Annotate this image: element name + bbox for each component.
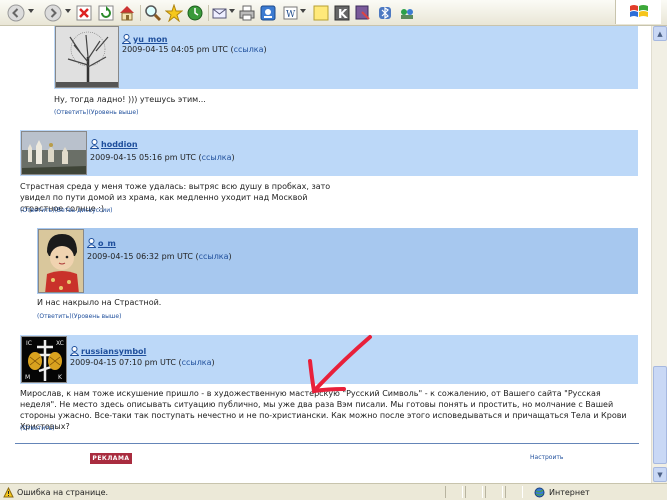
scroll-up-icon[interactable]: ▲	[653, 26, 667, 41]
comment-actions: (Ответить)(Ветвь дискуссии)	[20, 207, 112, 214]
reply-link[interactable]: (Ответить)	[54, 109, 89, 116]
username-text[interactable]: russiansymbol	[81, 347, 146, 356]
permalink[interactable]: ссылка	[182, 358, 212, 367]
thread-link[interactable]: (Ветвь дискуссии)	[55, 207, 113, 214]
home-icon[interactable]	[117, 3, 137, 23]
note-icon[interactable]	[311, 3, 331, 23]
comment-header	[37, 228, 638, 294]
comment-text: Ну, тогда ладно! ))) утешусь этим...	[54, 95, 206, 104]
comment-actions: (Ответить)(Уровень выше)	[54, 109, 138, 116]
forward-dropdown-icon[interactable]	[65, 9, 71, 13]
toolbar-separator	[140, 5, 141, 21]
k-icon[interactable]: K	[332, 3, 352, 23]
status-bar: Ошибка на странице. Интернет	[0, 483, 667, 500]
status-cell	[505, 486, 523, 498]
comment-timestamp: 2009-04-15 06:32 pm UTC	[87, 252, 193, 261]
history-icon[interactable]	[185, 3, 205, 23]
avatar[interactable]	[55, 26, 119, 88]
forward-icon[interactable]	[43, 3, 63, 23]
mail-icon[interactable]	[210, 3, 230, 23]
avatar[interactable]	[38, 229, 84, 293]
reply-link[interactable]: (Ответить)	[37, 313, 72, 320]
messenger-buddy-icon[interactable]	[397, 3, 417, 23]
toolbar-separator	[208, 5, 209, 21]
status-message[interactable]: Ошибка на странице.	[3, 487, 108, 498]
status-cell	[445, 486, 463, 498]
comment-date: 2009-04-15 06:32 pm UTC (ссылка)	[87, 252, 232, 261]
comment-username[interactable]: yu_mon	[122, 34, 167, 44]
user-icon	[122, 34, 131, 44]
browser-toolbar: W K	[0, 0, 667, 26]
comment-username[interactable]: hoddion	[90, 139, 138, 149]
user-icon	[90, 139, 99, 149]
edit-dropdown-icon[interactable]	[300, 9, 306, 13]
favorites-icon[interactable]	[164, 3, 184, 23]
comment-actions: (Ответить)(Уровень выше)	[37, 313, 121, 320]
username-text[interactable]: hoddion	[101, 140, 138, 149]
permalink[interactable]: ссылка	[202, 153, 232, 162]
warning-icon	[3, 487, 14, 498]
windows-logo-icon	[615, 0, 661, 24]
user-icon	[87, 238, 96, 248]
avatar[interactable]	[21, 131, 87, 175]
research-icon[interactable]	[353, 3, 373, 23]
mail-dropdown-icon[interactable]	[229, 9, 235, 13]
scroll-down-icon[interactable]: ▼	[653, 467, 667, 482]
edit-icon[interactable]: W	[281, 3, 301, 23]
reply-link[interactable]: (Ответить)	[20, 207, 55, 214]
comment-timestamp: 2009-04-15 04:05 pm UTC	[122, 45, 228, 54]
advertisement-button[interactable]: РЕКЛАМА	[90, 453, 132, 464]
username-text[interactable]: yu_mon	[133, 35, 167, 44]
parent-link[interactable]: (Уровень выше)	[89, 109, 139, 116]
search-icon[interactable]	[143, 3, 163, 23]
scroll-thumb[interactable]	[653, 366, 667, 464]
comment-timestamp: 2009-04-15 05:16 pm UTC	[90, 153, 196, 162]
status-cell	[465, 486, 483, 498]
avatar[interactable]: IC XC M K	[21, 336, 67, 383]
settings-link[interactable]: Настроить	[530, 454, 563, 461]
security-zone[interactable]: Интернет	[534, 487, 590, 498]
parent-link[interactable]: (Уровень выше)	[72, 313, 122, 320]
comment-username[interactable]: russiansymbol	[70, 346, 146, 356]
refresh-icon[interactable]	[96, 3, 116, 23]
svg-text:W: W	[286, 10, 296, 20]
globe-icon	[534, 487, 545, 498]
status-text: Ошибка на странице.	[17, 488, 109, 497]
user-icon	[70, 346, 79, 356]
status-cell	[485, 486, 503, 498]
permalink[interactable]: ссылка	[234, 45, 264, 54]
comment-timestamp: 2009-04-15 07:10 pm UTC	[70, 358, 176, 367]
permalink[interactable]: ссылка	[199, 252, 229, 261]
comment-text: И нас накрыло на Страстной.	[37, 298, 162, 307]
svg-text:K: K	[338, 7, 348, 21]
back-icon[interactable]	[6, 3, 26, 23]
print-icon[interactable]	[237, 3, 257, 23]
comment-date: 2009-04-15 04:05 pm UTC (ссылка)	[122, 45, 267, 54]
comment-username[interactable]: o_m	[87, 238, 116, 248]
vertical-scrollbar[interactable]: ▲ ▼	[651, 26, 667, 483]
page-content: yu_mon 2009-04-15 04:05 pm UTC (ссылка) …	[0, 26, 651, 483]
username-text[interactable]: o_m	[98, 239, 116, 248]
zone-text: Интернет	[549, 488, 590, 497]
stop-icon[interactable]	[74, 3, 94, 23]
svg-text:IC: IC	[26, 340, 32, 347]
back-dropdown-icon[interactable]	[28, 9, 34, 13]
red-arrow-annotation	[308, 335, 372, 394]
svg-text:XC: XC	[56, 340, 64, 347]
bluetooth-icon[interactable]	[375, 3, 395, 23]
comment-date: 2009-04-15 07:10 pm UTC (ссылка)	[70, 358, 215, 367]
comment-date: 2009-04-15 05:16 pm UTC (ссылка)	[90, 153, 235, 162]
footer-divider	[15, 443, 639, 444]
messenger-icon[interactable]	[258, 3, 278, 23]
svg-text:M: M	[25, 374, 30, 381]
comment-actions: (Ответить)	[20, 425, 55, 432]
reply-link[interactable]: (Ответить)	[20, 425, 55, 432]
